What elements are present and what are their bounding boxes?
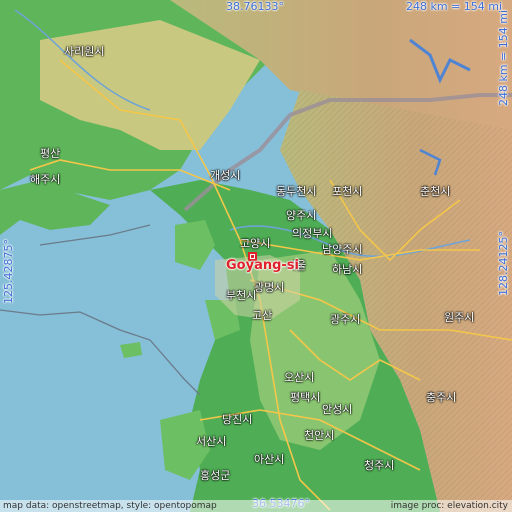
focus-place-label: Goyang-si: [226, 258, 299, 273]
place-label-seosan: 서산시: [196, 435, 227, 448]
place-label-chungju: 충주시: [426, 391, 457, 404]
place-label-pyeongtaek: 평택시: [290, 391, 321, 404]
scale-right: 248 km = 154 mi: [497, 9, 510, 106]
place-label-kaesong: 개성시: [210, 169, 241, 182]
place-label-pyeongsan: 평산: [40, 147, 61, 160]
coord-left: 125.42875°: [2, 239, 15, 304]
place-label-bucheon: 부천시: [226, 289, 257, 302]
scale-top: 248 km = 154 mi: [406, 0, 503, 13]
place-label-namyangju: 남양주시: [322, 243, 363, 256]
place-label-yangju: 양주시: [286, 209, 317, 222]
place-label-cheonan: 천안시: [304, 429, 335, 442]
attribution-bar: map data: openstreetmap, style: opentopo…: [0, 500, 512, 512]
place-label-anseong: 안성시: [322, 403, 353, 416]
place-label-osan: 오산시: [284, 371, 315, 384]
place-label-haeju: 해주시: [30, 173, 61, 186]
coord-right: 128.24125°: [497, 231, 510, 296]
place-label-dongducheon: 동두천시: [276, 185, 317, 198]
place-label-asan: 아산시: [254, 453, 285, 466]
place-label-sariwon: 사리원시: [64, 45, 105, 58]
place-label-gosan: 고산: [252, 309, 273, 322]
attribution-image-proc: image proc: elevation.city: [390, 501, 508, 511]
place-label-pocheon: 포천시: [332, 185, 363, 198]
coord-top: 38.76133°: [226, 0, 284, 13]
map-view[interactable]: 사리원시 해주시 개성시 동두천시 포천시 춘천시 양주시 의정부시 고양시 남…: [0, 0, 512, 512]
place-label-cheongju: 청주시: [364, 459, 395, 472]
place-label-chuncheon: 춘천시: [420, 185, 451, 198]
place-label-goyang: 고양시: [240, 237, 271, 250]
place-label-dangjin: 당진시: [222, 413, 253, 426]
place-label-wonju: 원주시: [444, 311, 475, 324]
place-label-hongseong: 홍성군: [200, 469, 231, 482]
place-label-gwangju: 광주시: [330, 313, 361, 326]
place-label-gwangmyeong: 광명시: [254, 281, 285, 294]
place-label-uijeongbu: 의정부시: [292, 227, 333, 240]
place-label-hanam: 하남시: [332, 263, 363, 276]
attribution-map-data: map data: openstreetmap, style: opentopo…: [3, 501, 217, 511]
